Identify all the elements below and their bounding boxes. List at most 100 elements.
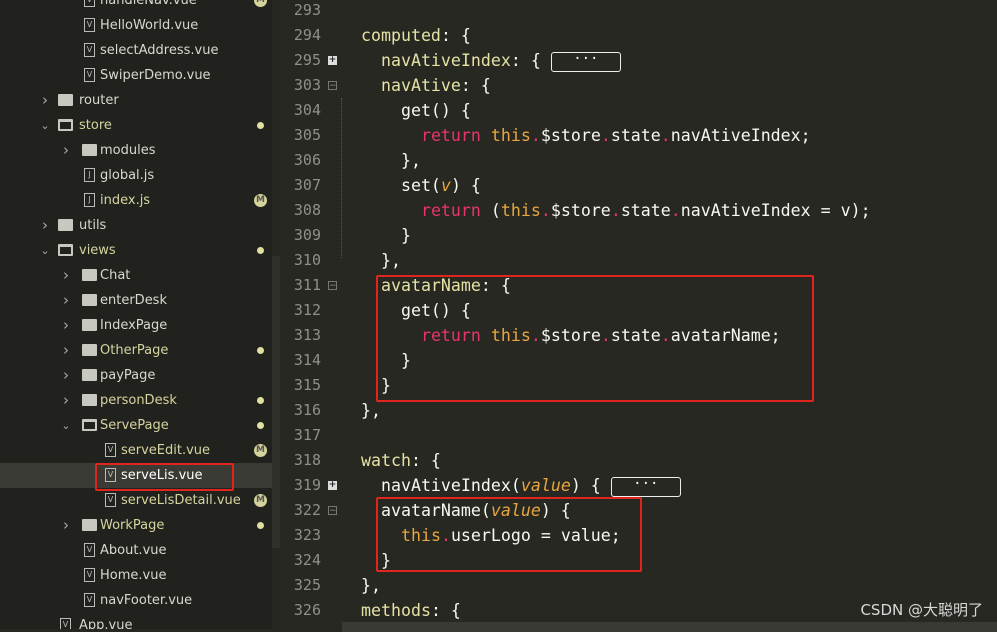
file-item[interactable]: V App.vue [0, 613, 272, 629]
code-line: navAtiveIndex: {··· [361, 48, 621, 73]
item-label: enterDesk [100, 293, 167, 308]
chevron-right-icon[interactable]: › [61, 363, 71, 388]
code-line: }, [361, 248, 401, 273]
item-label: IndexPage [100, 318, 168, 333]
code-token: : { [430, 601, 461, 620]
code-token: navAtive [380, 76, 461, 95]
chevron-right-icon[interactable]: › [61, 138, 71, 163]
collapsed-region-button[interactable]: ··· [610, 476, 681, 497]
folder-item[interactable]: ⌄ store [0, 113, 272, 138]
file-item[interactable]: VnavFooter.vue [0, 588, 272, 613]
item-label: App.vue [79, 618, 133, 629]
code-token: $store [550, 201, 611, 220]
folder-item[interactable]: › payPage [0, 363, 272, 388]
fold-collapse-icon[interactable]: − [328, 281, 337, 291]
vue-file-icon: V [60, 618, 71, 629]
fold-collapse-icon[interactable]: − [328, 506, 337, 516]
code-token: . [540, 201, 551, 220]
line-number: 322 [293, 501, 321, 519]
item-label: store [79, 118, 112, 133]
file-item[interactable]: Jglobal.js [0, 163, 272, 188]
folder-item[interactable]: ⌄ ServePage [0, 413, 272, 438]
folder-icon [58, 219, 73, 231]
folder-item[interactable]: › enterDesk [0, 288, 272, 313]
line-number: 312 [293, 301, 321, 319]
line-number: 306 [293, 151, 321, 169]
code-line: }, [361, 148, 421, 173]
modified-dot-icon [257, 522, 264, 529]
js-file-icon: J [84, 168, 95, 182]
code-token: }, [361, 151, 421, 170]
file-item[interactable]: V Home.vue [0, 563, 272, 588]
code-token: navAtiveIndex; [670, 126, 811, 145]
vue-file-icon: V [84, 0, 95, 7]
file-item[interactable]: V HelloWorld.vue [0, 13, 272, 38]
folder-item[interactable]: › router [0, 88, 272, 113]
chevron-down-icon[interactable]: ⌄ [40, 238, 50, 263]
folder-icon [82, 394, 97, 406]
code-token: navAtiveIndex( [361, 476, 521, 495]
code-token: this [490, 126, 531, 145]
chevron-right-icon[interactable]: › [40, 213, 50, 238]
code-token: . [670, 201, 681, 220]
chevron-down-icon[interactable]: ⌄ [61, 413, 71, 438]
code-token: get() { [361, 101, 471, 120]
item-label: payPage [100, 368, 156, 383]
code-token: }, [361, 401, 381, 420]
annotation-box-selected-file [95, 463, 234, 491]
line-number: 307 [293, 176, 321, 194]
folder-item[interactable]: › personDesk [0, 388, 272, 413]
file-item[interactable]: Jindex.js M [0, 188, 272, 213]
item-label: router [79, 93, 119, 108]
chevron-right-icon[interactable]: › [61, 288, 71, 313]
folder-item[interactable]: › WorkPage [0, 513, 272, 538]
folder-item[interactable]: ⌄ views [0, 238, 272, 263]
chevron-right-icon[interactable]: › [40, 88, 50, 113]
fold-collapse-icon[interactable]: − [328, 81, 337, 91]
sidebar-scrollbar-thumb[interactable] [272, 256, 280, 548]
fold-expand-icon[interactable]: + [328, 56, 337, 65]
file-item[interactable]: VserveEdit.vue M [0, 438, 272, 463]
code-line: set(v) { [361, 173, 481, 198]
folder-icon [82, 519, 97, 531]
folder-item[interactable]: › Chat [0, 263, 272, 288]
chevron-right-icon[interactable]: › [61, 313, 71, 338]
line-number: 324 [293, 551, 321, 569]
line-number: 325 [293, 576, 321, 594]
file-item[interactable]: VserveLisDetail.vue M [0, 488, 272, 513]
code-token: state [610, 126, 661, 145]
folder-open-icon [58, 119, 73, 131]
file-item[interactable]: VselectAddress.vue [0, 38, 272, 63]
code-token: ) { [450, 176, 481, 195]
file-item[interactable]: V SwiperDemo.vue [0, 63, 272, 88]
folder-icon [82, 144, 97, 156]
line-number: 315 [293, 376, 321, 394]
line-number: 313 [293, 326, 321, 344]
folder-icon [82, 269, 97, 281]
code-token: : { [510, 51, 541, 70]
fold-expand-icon[interactable]: + [328, 481, 337, 490]
folder-item[interactable]: › modules [0, 138, 272, 163]
item-label: navFooter.vue [100, 593, 193, 608]
chevron-down-icon[interactable]: ⌄ [40, 113, 50, 138]
vue-file-icon: V [84, 593, 95, 607]
file-item[interactable]: V About.vue [0, 538, 272, 563]
code-token: }, [361, 576, 381, 595]
chevron-right-icon[interactable]: › [61, 338, 71, 363]
chevron-right-icon[interactable]: › [61, 513, 71, 538]
file-item[interactable]: VhandleNav.vue M [0, 0, 272, 13]
item-label: ServePage [100, 418, 169, 433]
line-number: 308 [293, 201, 321, 219]
collapsed-region-button[interactable]: ··· [550, 51, 621, 72]
folder-item[interactable]: › OtherPage [0, 338, 272, 363]
folder-item[interactable]: › utils [0, 213, 272, 238]
folder-item[interactable]: › IndexPage [0, 313, 272, 338]
item-label: serveEdit.vue [121, 443, 211, 458]
annotation-box-watch-avatarname [376, 497, 642, 572]
folder-open-icon [58, 244, 73, 256]
chevron-right-icon[interactable]: › [61, 388, 71, 413]
chevron-right-icon[interactable]: › [61, 263, 71, 288]
